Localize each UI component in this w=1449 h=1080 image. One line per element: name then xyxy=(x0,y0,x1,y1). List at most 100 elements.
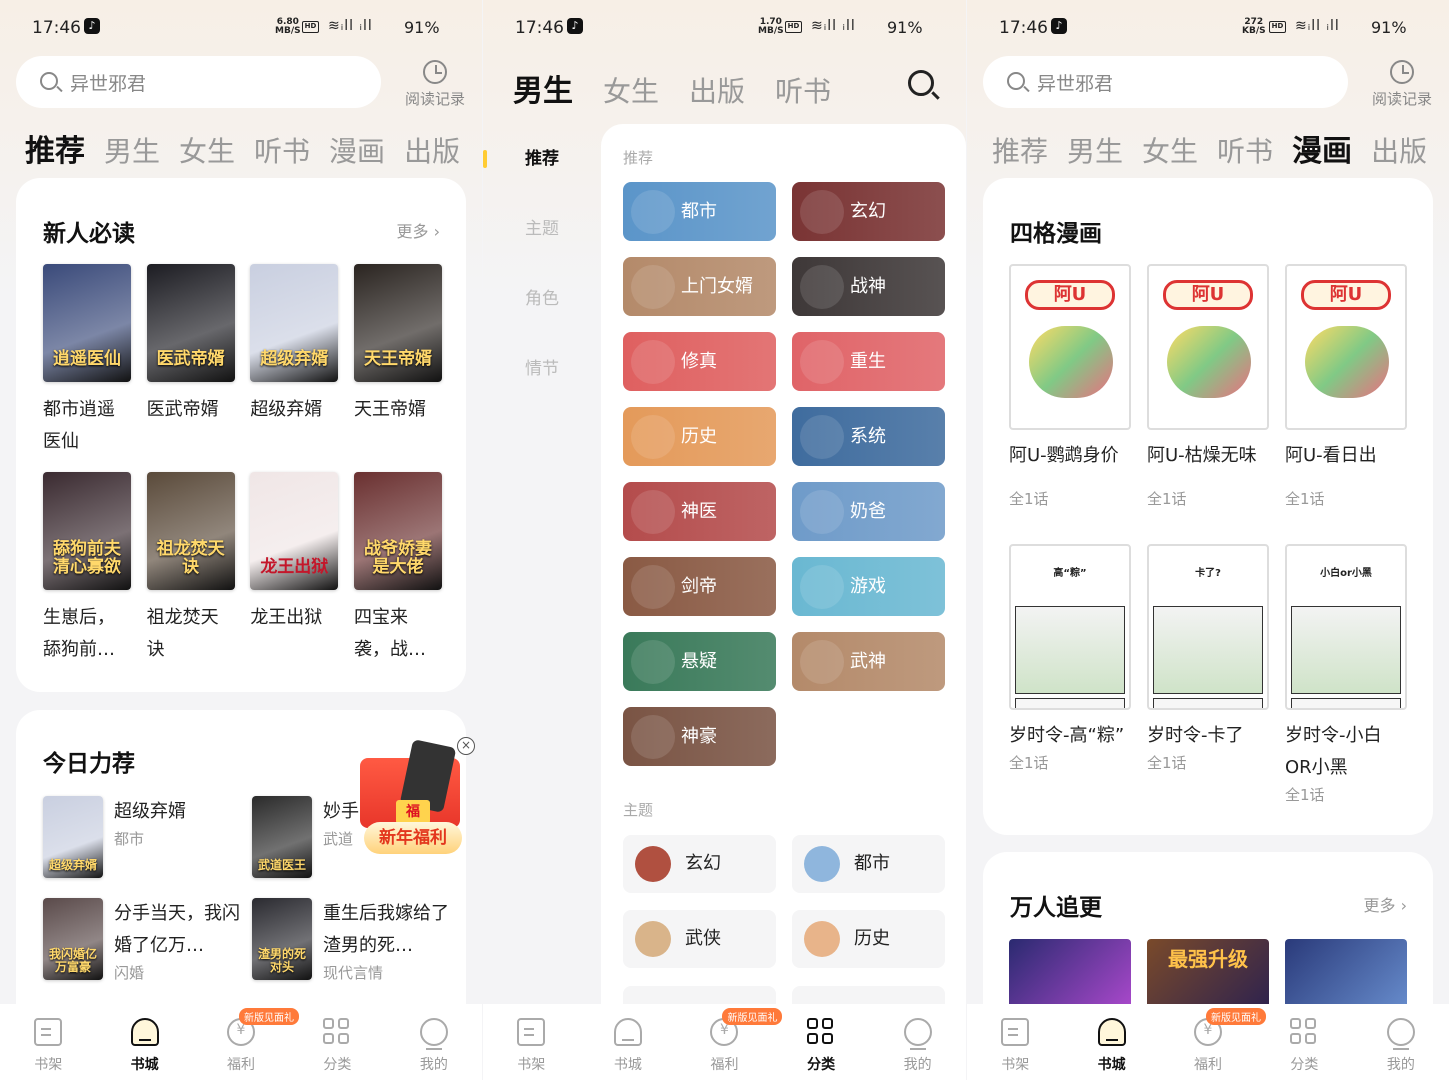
book-item[interactable]: 渣男的死对头 重生后我嫁给了渣男的死… 现代言情 xyxy=(252,898,452,982)
nav-bookstore[interactable]: 书城 xyxy=(580,1004,677,1080)
genre-tile[interactable]: 上门女婿 xyxy=(623,257,776,316)
tab-male[interactable]: 男生 xyxy=(1067,130,1123,170)
genre-tile[interactable]: 游戏 xyxy=(792,557,945,616)
nav-profile[interactable]: 我的 xyxy=(1353,1004,1449,1080)
nav-label: 福利 xyxy=(227,1057,256,1073)
tab-female[interactable]: 女生 xyxy=(1142,130,1198,170)
book-cover: 超级弃婿 xyxy=(43,796,103,878)
tiktok-icon: ♪ xyxy=(1051,18,1067,34)
nav-category[interactable]: 分类 xyxy=(289,1004,385,1080)
comic-title: 岁时令-高“粽” xyxy=(1009,725,1125,746)
tab-male[interactable]: 男生 xyxy=(104,130,160,170)
book-item[interactable]: 天王帝婿 天王帝婿 xyxy=(353,264,442,460)
nav-bookshelf[interactable]: 书架 xyxy=(967,1004,1063,1080)
genre-tile[interactable]: 修真 xyxy=(623,332,776,391)
tab-publish[interactable]: 出版 xyxy=(689,70,745,110)
theme-label: 都市 xyxy=(854,853,890,874)
book-item[interactable]: 龙王出狱 龙王出狱 xyxy=(250,472,339,668)
profile-icon xyxy=(903,1018,932,1050)
book-item[interactable]: 超级弃婿 超级弃婿 xyxy=(250,264,339,460)
tab-comics[interactable]: 漫画 xyxy=(1292,126,1352,170)
sidebar-item-recommend[interactable]: 推荐 xyxy=(483,124,601,194)
book-item[interactable]: 逍遥医仙 都市逍遥医仙 xyxy=(43,264,131,460)
nav-bookstore[interactable]: 书城 xyxy=(96,1004,192,1080)
theme-item[interactable]: 都市 xyxy=(792,835,945,893)
status-time: 17:46 xyxy=(999,18,1048,38)
more-link[interactable]: 更多 › xyxy=(397,218,441,242)
genre-tile[interactable]: 战神 xyxy=(792,257,945,316)
nav-profile[interactable]: 我的 xyxy=(869,1004,966,1080)
search-bar[interactable]: 异世邪君 xyxy=(983,56,1348,108)
sidebar-item-role[interactable]: 角色 xyxy=(483,264,601,334)
nav-bookshelf[interactable]: 书架 xyxy=(0,1004,96,1080)
nav-welfare[interactable]: 福利新版见面礼 xyxy=(676,1004,783,1080)
genre-tile[interactable]: 玄幻 xyxy=(792,182,945,241)
nav-bookstore[interactable]: 书城 xyxy=(1063,1004,1159,1080)
tab-publish[interactable]: 出版 xyxy=(404,130,460,170)
tab-audio[interactable]: 听书 xyxy=(1217,130,1273,170)
book-item[interactable]: 祖龙焚天诀 祖龙焚天诀 xyxy=(146,472,235,668)
genre-tile[interactable]: 系统 xyxy=(792,407,945,466)
genre-tile[interactable]: 悬疑 xyxy=(623,632,776,691)
nav-label: 福利 xyxy=(710,1057,739,1073)
comic-cover: 阿U xyxy=(1147,264,1269,430)
book-item[interactable]: 医武帝婿 医武帝婿 xyxy=(146,264,235,460)
genre-tile[interactable]: 剑帝 xyxy=(623,557,776,616)
genre-tile[interactable]: 武神 xyxy=(792,632,945,691)
close-icon[interactable]: × xyxy=(457,737,475,755)
comic-item[interactable]: 卡了? 岁时令-卡了 全1话 xyxy=(1147,544,1269,773)
battery-level: 91% xyxy=(887,18,923,37)
tab-publish[interactable]: 出版 xyxy=(1371,130,1427,170)
comic-item[interactable]: 阿U 阿U-鹦鹉身价 全1话 xyxy=(1009,264,1131,509)
bookstore-icon xyxy=(1097,1018,1126,1046)
signal-icon: ≋ᵢll ᵢll xyxy=(328,18,373,34)
genre-tile[interactable]: 神豪 xyxy=(623,707,776,766)
more-link[interactable]: 更多 › xyxy=(1364,892,1408,916)
comic-title: 阿U-看日出 xyxy=(1285,445,1377,466)
genre-tile[interactable]: 重生 xyxy=(792,332,945,391)
tab-female[interactable]: 女生 xyxy=(603,70,659,110)
comic-episodes: 全1话 xyxy=(1147,490,1187,508)
comic-item[interactable]: 阿U 阿U-枯燥无味 全1话 xyxy=(1147,264,1269,509)
tab-recommend[interactable]: 推荐 xyxy=(992,130,1048,170)
sidebar-item-plot[interactable]: 情节 xyxy=(483,334,601,404)
theme-item[interactable]: 武侠 xyxy=(623,910,776,968)
genre-tile[interactable]: 奶爸 xyxy=(792,482,945,541)
tab-female[interactable]: 女生 xyxy=(179,130,235,170)
book-item[interactable]: 战爷娇妻是大佬 四宝来袭，战… xyxy=(353,472,442,668)
book-item[interactable]: 舔狗前夫 清心寡欲 生崽后，舔狗前… xyxy=(43,472,131,668)
book-item[interactable]: 超级弃婿 超级弃婿 都市 xyxy=(43,796,243,880)
search-icon[interactable] xyxy=(908,70,934,96)
nav-label: 书城 xyxy=(1097,1057,1126,1073)
tab-comics[interactable]: 漫画 xyxy=(329,130,385,170)
book-cover: 武道医王 xyxy=(252,796,312,878)
book-item[interactable]: 我闪婚亿万富豪 分手当天，我闪婚了亿万… 闪婚 xyxy=(43,898,243,982)
tab-audio[interactable]: 听书 xyxy=(254,130,310,170)
genre-tile[interactable]: 都市 xyxy=(623,182,776,241)
nav-profile[interactable]: 我的 xyxy=(386,1004,482,1080)
theme-item[interactable]: 玄幻 xyxy=(623,835,776,893)
nav-welfare[interactable]: 福利新版见面礼 xyxy=(1160,1004,1267,1080)
comic-item[interactable]: 小白or小黑 岁时令-小白OR小黑 全1话 xyxy=(1285,544,1407,805)
nav-bookshelf[interactable]: 书架 xyxy=(483,1004,580,1080)
nav-welfare[interactable]: 福利新版见面礼 xyxy=(193,1004,300,1080)
theme-item[interactable]: 历史 xyxy=(792,910,945,968)
signal-icon: ≋ᵢll ᵢll xyxy=(811,18,856,34)
nav-category[interactable]: 分类 xyxy=(1256,1004,1352,1080)
sidebar-item-theme[interactable]: 主题 xyxy=(483,194,601,264)
book-cover: 舔狗前夫 清心寡欲 xyxy=(43,472,131,590)
tab-male[interactable]: 男生 xyxy=(513,66,573,110)
genre-tile[interactable]: 神医 xyxy=(623,482,776,541)
book-title: 四宝来袭，战… xyxy=(353,607,426,660)
comic-item[interactable]: 高“粽” 岁时令-高“粽” 全1话 xyxy=(1009,544,1131,773)
tab-recommend[interactable]: 推荐 xyxy=(25,126,85,170)
bookstore-screen: 17:46 ♪ 6.80 MB/S HD ≋ᵢll ᵢll 91% 异世邪君 阅读… xyxy=(0,0,482,1080)
comic-item[interactable]: 阿U 阿U-看日出 全1话 xyxy=(1285,264,1407,509)
reading-history-button[interactable]: 阅读记录 xyxy=(1362,60,1442,109)
search-bar[interactable]: 异世邪君 xyxy=(16,56,381,108)
nav-category[interactable]: 分类 xyxy=(773,1004,870,1080)
tab-audio[interactable]: 听书 xyxy=(775,70,831,110)
reading-history-button[interactable]: 阅读记录 xyxy=(395,60,475,109)
new-year-promo[interactable]: 福 新年福利 × xyxy=(352,737,476,860)
genre-tile[interactable]: 历史 xyxy=(623,407,776,466)
